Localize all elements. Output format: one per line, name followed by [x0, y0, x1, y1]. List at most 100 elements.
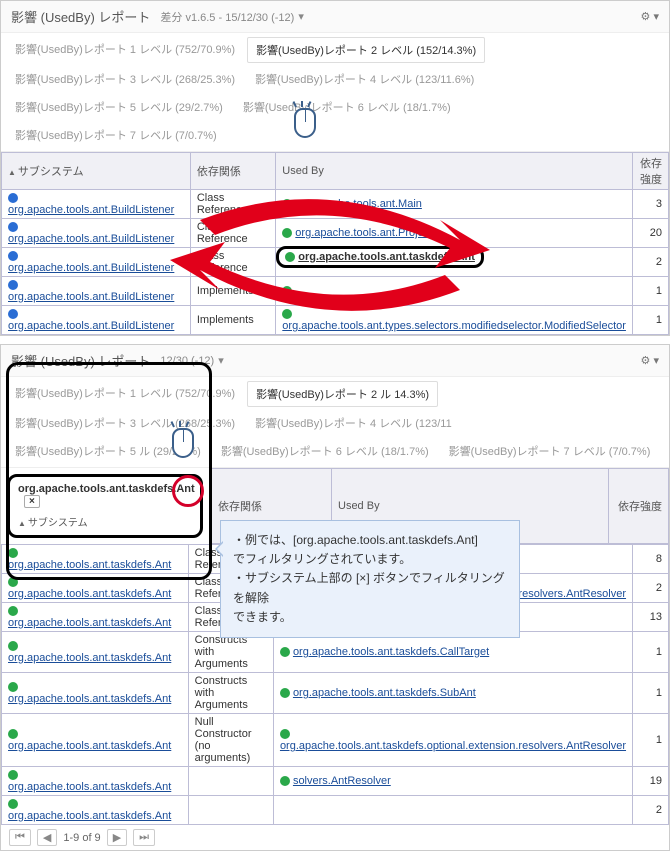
- table-row: org.apache.tools.ant.BuildListener Class…: [2, 190, 669, 219]
- usedby-cell-highlighted: org.apache.tools.ant.taskdefs.Ant: [276, 248, 633, 277]
- class-icon: [280, 647, 290, 657]
- tab-level-6[interactable]: 影響(UsedBy)レポート 6 レベル (18/1.7%): [235, 95, 459, 119]
- gear-icon[interactable]: ⚙ ▾: [641, 10, 659, 23]
- usedby-link[interactable]: org.apache.tools.ant.Main: [295, 198, 422, 210]
- pager-prev-button[interactable]: ◀: [37, 829, 57, 846]
- subsystem-link[interactable]: org.apache.tools.ant.BuildListener: [8, 204, 174, 216]
- tab-level-7[interactable]: 影響(UsedBy)レポート 7 レベル (7/0.7%): [7, 123, 225, 147]
- subsystem-link[interactable]: org.apache.tools.ant.BuildListener: [8, 262, 174, 274]
- filter-text: org.apache.tools.ant.taskdefs.Ant ×: [18, 483, 192, 508]
- tab-level-3[interactable]: 影響(UsedBy)レポート 3 レベル (268/25.3%): [7, 411, 243, 435]
- usedby-link[interactable]: org.apache.tools.ant.taskdefs.CallTarget: [293, 646, 489, 658]
- subsystem-link[interactable]: org.apache.tools.ant.BuildListener: [8, 320, 174, 332]
- info-icon: [8, 309, 18, 319]
- subsystem-link[interactable]: org.apache.tools.ant.BuildListener: [8, 233, 174, 245]
- table-row: org.apache.tools.ant.BuildListener Imple…: [2, 306, 669, 335]
- strength-cell: 8: [633, 545, 669, 574]
- usedby-link[interactable]: solvers.AntResolver: [293, 775, 391, 787]
- class-icon: [282, 309, 292, 319]
- subsystem-link[interactable]: org.apache.tools.ant.taskdefs.Ant: [8, 652, 171, 664]
- strength-cell: 20: [632, 219, 668, 248]
- panel-header: 影響 (UsedBy) レポート 12/30 (-12) ▾ ⚙ ▾: [1, 345, 669, 377]
- relation-cell: [188, 767, 273, 796]
- pager-range-label: 1-9 of 9: [63, 832, 100, 844]
- subsystem-link[interactable]: org.apache.tools.ant.taskdefs.Ant: [8, 740, 171, 752]
- highlight-annotation: org.apache.tools.ant.taskdefs.Ant: [276, 246, 484, 268]
- strength-cell: 19: [633, 767, 669, 796]
- table-row: org.apache.tools.ant.taskdefs.Ant Null Co…: [2, 714, 669, 767]
- table-row: org.apache.tools.ant.BuildListener Class…: [2, 248, 669, 277]
- class-icon: [8, 577, 18, 587]
- class-icon: [8, 682, 18, 692]
- strength-cell: 1: [632, 277, 668, 306]
- tab-level-6[interactable]: 影響(UsedBy)レポート 6 レベル (18/1.7%): [213, 439, 437, 463]
- tabs-row: 影響(UsedBy)レポート 1 レベル (752/70.9%) 影響(Used…: [1, 377, 669, 468]
- strength-cell: 13: [633, 603, 669, 632]
- usedby-link[interactable]: org.apache.tools.ant.taskdefs.SubAnt: [293, 687, 476, 699]
- tab-level-7[interactable]: 影響(UsedBy)レポート 7 レベル (7/0.7%): [441, 439, 659, 463]
- panel-diff-label: 12/30 (-12): [160, 355, 214, 367]
- col-header-subsystem[interactable]: ▲サブシステム: [2, 153, 191, 190]
- col-header-strength[interactable]: 依存強度: [632, 153, 668, 190]
- tab-level-1[interactable]: 影響(UsedBy)レポート 1 レベル (752/70.9%): [7, 37, 243, 63]
- tab-level-4[interactable]: 影響(UsedBy)レポート 4 レベル (123/11: [247, 411, 460, 435]
- class-icon: [8, 799, 18, 809]
- tab-level-2[interactable]: 影響(UsedBy)レポート 2 レベル (152/14.3%): [247, 37, 485, 63]
- relation-cell: Class Reference: [190, 219, 275, 248]
- relation-cell: Implements: [190, 277, 275, 306]
- report-table-top: ▲サブシステム 依存関係 Used By 依存強度 org.apache.too…: [1, 152, 669, 335]
- info-icon: [8, 222, 18, 232]
- class-icon: [282, 286, 292, 296]
- callout-line: ・例では、[org.apache.tools.ant.taskdefs.Ant]: [233, 531, 507, 550]
- class-icon: [8, 606, 18, 616]
- pager-next-button[interactable]: ▶: [107, 829, 127, 846]
- tab-level-4[interactable]: 影響(UsedBy)レポート 4 レベル (123/11.6%): [247, 67, 482, 91]
- usedby-link[interactable]: org.apache.tools.ant.Project: [295, 227, 432, 239]
- tab-level-2[interactable]: 影響(UsedBy)レポート 2 ル 14.3%): [247, 381, 438, 407]
- col-header-subsystem[interactable]: サブシステム: [28, 518, 88, 529]
- usedby-link[interactable]: org.apache.tools.ant.types.selectors.mod…: [282, 320, 626, 332]
- col-header-relation[interactable]: 依存関係: [190, 153, 275, 190]
- report-panel-top: 影響 (UsedBy) レポート 差分 v1.6.5 - 15/12/30 (-…: [0, 0, 670, 336]
- relation-cell: Implements: [190, 306, 275, 335]
- callout-line: できます。: [233, 608, 507, 627]
- usedby-link[interactable]: org.apache.tools.ant.taskdefs.optional.e…: [280, 740, 626, 752]
- gear-icon[interactable]: ⚙ ▾: [641, 354, 659, 367]
- strength-cell: 1: [633, 632, 669, 673]
- tab-level-1[interactable]: 影響(UsedBy)レポート 1 レベル (752/70.9%): [7, 381, 243, 407]
- relation-cell: Null Constructor (no arguments): [188, 714, 273, 767]
- table-row: org.apache.tools.ant.BuildListener Imple…: [2, 277, 669, 306]
- col-header-strength[interactable]: 依存強度: [609, 469, 669, 544]
- table-row: org.apache.tools.ant.taskdefs.Ant Constru…: [2, 673, 669, 714]
- pager-first-button[interactable]: ⏮: [9, 829, 31, 846]
- strength-cell: 1: [632, 306, 668, 335]
- subsystem-link[interactable]: org.apache.tools.ant.taskdefs.Ant: [8, 781, 171, 793]
- relation-cell: Class Reference: [190, 190, 275, 219]
- class-icon: [280, 729, 290, 739]
- class-icon: [8, 548, 18, 558]
- dropdown-icon[interactable]: ▾: [218, 354, 224, 367]
- subsystem-link[interactable]: org.apache.tools.ant.taskdefs.Ant: [8, 559, 171, 571]
- tab-level-5[interactable]: 影響(UsedBy)レポート 5 レベル (29/2.7%): [7, 95, 231, 119]
- filter-clear-button[interactable]: ×: [24, 495, 40, 508]
- mouse-cursor-icon: [168, 420, 198, 460]
- subsystem-link[interactable]: org.apache.tools.ant.BuildListener: [8, 291, 174, 303]
- subsystem-link[interactable]: org.apache.tools.ant.taskdefs.Ant: [8, 810, 171, 822]
- callout-line: ・サブシステム上部の [×] ボタンでフィルタリングを解除: [233, 569, 507, 607]
- subsystem-link[interactable]: org.apache.tools.ant.taskdefs.Ant: [8, 588, 171, 600]
- class-icon: [8, 729, 18, 739]
- panel-title: 影響 (UsedBy) レポート: [11, 7, 150, 26]
- dropdown-icon[interactable]: ▾: [298, 10, 304, 23]
- col-header-usedby[interactable]: Used By: [276, 153, 633, 190]
- strength-cell: 1: [633, 714, 669, 767]
- callout-line: でフィルタリングされています。: [233, 550, 507, 569]
- tab-level-3[interactable]: 影響(UsedBy)レポート 3 レベル (268/25.3%): [7, 67, 243, 91]
- table-pager: ⏮ ◀ 1-9 of 9 ▶ ⏭: [1, 825, 669, 850]
- class-icon: [282, 199, 292, 209]
- pager-last-button[interactable]: ⏭: [133, 829, 155, 846]
- relation-cell: Constructs with Arguments: [188, 673, 273, 714]
- strength-cell: 2: [633, 796, 669, 825]
- relation-cell: Class Reference: [190, 248, 275, 277]
- subsystem-link[interactable]: org.apache.tools.ant.taskdefs.Ant: [8, 693, 171, 705]
- info-icon: [8, 280, 18, 290]
